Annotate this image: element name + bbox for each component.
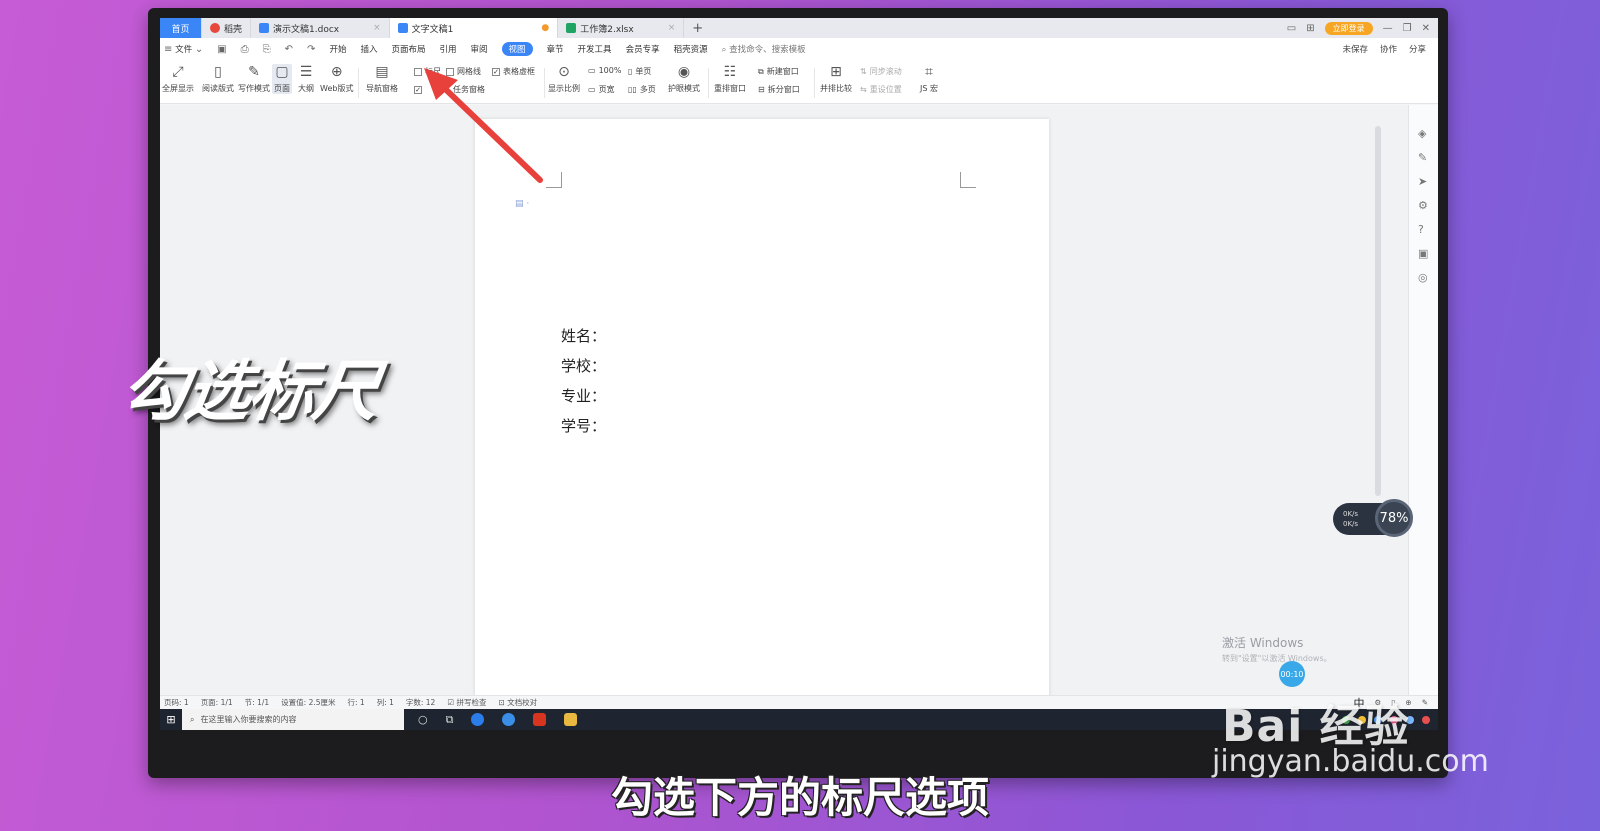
video-subtitle: 勾选下方的标尺选项 — [610, 773, 989, 822]
overlay-caption: 勾选标尺 — [115, 353, 383, 430]
baidu-jingyan-watermark: Bai 经验 jingyan.baidu.com — [1212, 701, 1489, 779]
